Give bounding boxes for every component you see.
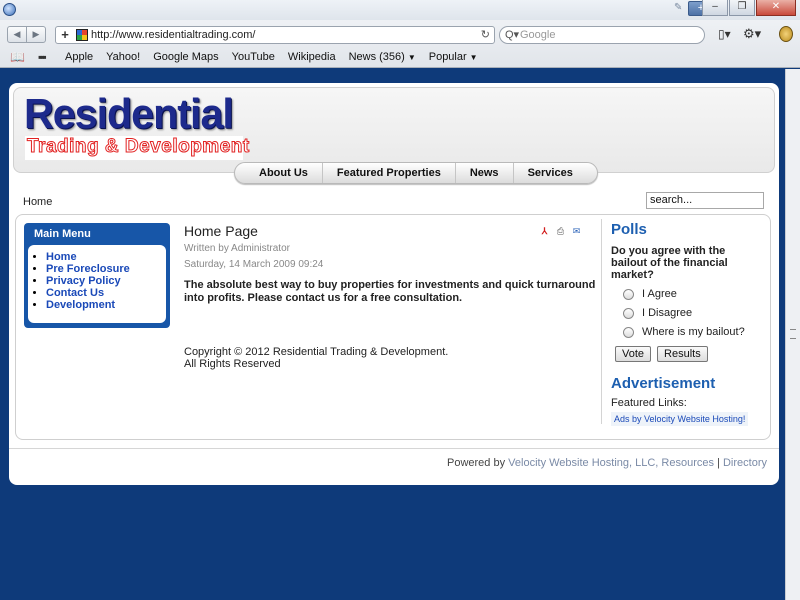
main-menu-label[interactable]: Development: [46, 299, 115, 311]
top-sites-grid-icon[interactable]: ▪▪▪: [38, 50, 52, 64]
bookmark-google-maps[interactable]: Google Maps: [153, 51, 218, 63]
logo-title[interactable]: Residential: [24, 92, 234, 136]
bookmark-popular[interactable]: Popular ▼: [429, 51, 478, 63]
bookmarks-book-icon[interactable]: 📖: [10, 50, 26, 64]
article-actions: ⅄ ⎙ ✉: [539, 226, 582, 237]
vertical-scrollbar[interactable]: [785, 69, 800, 600]
main-menu-item-contact-us[interactable]: Contact Us: [46, 287, 166, 299]
main-menu-label[interactable]: Privacy Policy: [46, 275, 121, 287]
featured-links-label: Featured Links:: [611, 397, 687, 409]
footer-divider: [9, 448, 779, 449]
search-icon[interactable]: Q▾: [505, 28, 519, 41]
polls-title: Polls: [611, 221, 647, 238]
window-controls: – ❐ ✕: [702, 0, 796, 18]
ad-link[interactable]: Ads by Velocity Website Hosting!: [611, 412, 749, 426]
main-menu-label[interactable]: Pre Foreclosure: [46, 263, 130, 275]
browser-search-input[interactable]: Q▾ Google: [499, 26, 705, 44]
chevron-down-icon: ▼: [407, 53, 416, 62]
main-menu-title: Main Menu: [34, 228, 91, 240]
browser-chrome: ✎ + – ❐ ✕ ◀ ▶ + http://www.residentialtr…: [0, 0, 800, 68]
logo-subtitle[interactable]: Trading & Development: [25, 136, 250, 160]
email-icon[interactable]: ✉: [571, 226, 582, 237]
pdf-icon[interactable]: ⅄: [539, 226, 550, 237]
browser-search-placeholder: Google: [520, 29, 556, 41]
article-date: Saturday, 14 March 2009 09:24: [184, 259, 324, 270]
address-bar[interactable]: + http://www.residentialtrading.com/ ↻: [55, 26, 495, 44]
powered-by-label: Powered by: [447, 457, 506, 469]
copyright-text: Copyright © 2012 Residential Trading & D…: [184, 346, 596, 370]
page-menu-icon[interactable]: ▯▾: [718, 27, 731, 41]
bookmark-popular-label: Popular: [428, 51, 467, 63]
radio-button[interactable]: [623, 326, 634, 338]
main-menu-label[interactable]: Contact Us: [46, 287, 104, 299]
main-menu-item-privacy-policy[interactable]: Privacy Policy: [46, 275, 166, 287]
main-menu-label[interactable]: Home: [46, 251, 77, 263]
menu-featured-properties[interactable]: Featured Properties: [323, 163, 456, 183]
advertisement-title: Advertisement: [611, 375, 716, 392]
site-header: Residential Trading & Development: [13, 87, 775, 173]
restore-icon[interactable]: ❐: [729, 0, 755, 16]
copyright-line: All Rights Reserved: [184, 358, 281, 370]
add-bookmark-icon[interactable]: +: [58, 28, 72, 42]
radio-button[interactable]: [623, 307, 634, 319]
bug-icon[interactable]: [779, 26, 793, 42]
footer: Powered by Velocity Website Hosting, LLC…: [447, 457, 767, 469]
bookmark-news-label: News (356): [348, 51, 405, 63]
poll-question: Do you agree with the bailout of the fin…: [611, 245, 728, 281]
main-menu-list: Home Pre Foreclosure Privacy Policy Cont…: [28, 245, 166, 323]
menu-about-us[interactable]: About Us: [245, 163, 323, 183]
article-author: Written by Administrator: [184, 243, 290, 254]
url-text[interactable]: http://www.residentialtrading.com/: [91, 29, 255, 41]
main-menu: Main Menu Home Pre Foreclosure Privacy P…: [24, 223, 170, 328]
top-menu: About Us Featured Properties News Servic…: [234, 162, 598, 184]
vote-button[interactable]: Vote: [615, 346, 652, 362]
minimize-icon[interactable]: –: [702, 0, 728, 16]
bookmark-apple[interactable]: Apple: [65, 51, 93, 63]
rss-icon[interactable]: ✎: [674, 2, 686, 14]
right-sidebar: Polls Do you agree with the bailout of t…: [601, 219, 761, 426]
bookmark-wikipedia[interactable]: Wikipedia: [288, 51, 336, 63]
directory-link[interactable]: Directory: [723, 457, 767, 469]
forward-button[interactable]: ▶: [26, 26, 46, 43]
reload-icon[interactable]: ↻: [481, 28, 490, 41]
title-bar: ✎ + – ❐ ✕: [0, 0, 800, 20]
article-title: Home Page: [184, 223, 258, 239]
browser-logo-icon: [3, 3, 16, 16]
poll-option[interactable]: I Agree: [623, 288, 761, 300]
bookmarks-bar: 📖 ▪▪▪ Apple Yahoo! Google Maps YouTube W…: [0, 48, 800, 66]
host-link[interactable]: Velocity Website Hosting, LLC, Resources: [508, 457, 714, 469]
scroll-grip[interactable]: [790, 329, 796, 339]
menu-services[interactable]: Services: [514, 163, 587, 183]
poll-option-label[interactable]: Where is my bailout?: [642, 326, 745, 338]
copyright-line: Copyright © 2012 Residential Trading & D…: [184, 346, 449, 358]
menu-news[interactable]: News: [456, 163, 514, 183]
bookmark-youtube[interactable]: YouTube: [232, 51, 275, 63]
chevron-down-icon: ▼: [469, 53, 478, 62]
site-search-input[interactable]: search...: [646, 192, 764, 209]
poll-option[interactable]: Where is my bailout?: [623, 326, 761, 338]
results-button[interactable]: Results: [657, 346, 708, 362]
gear-icon[interactable]: ⚙▾: [743, 26, 761, 42]
bookmark-news[interactable]: News (356) ▼: [349, 51, 416, 63]
content-area: Main Menu Home Pre Foreclosure Privacy P…: [15, 214, 771, 440]
poll-buttons: Vote Results: [615, 346, 761, 362]
main-menu-item-pre-foreclosure[interactable]: Pre Foreclosure: [46, 263, 166, 275]
footer-separator: |: [717, 457, 720, 469]
page-container: Residential Trading & Development About …: [9, 83, 779, 485]
poll-option[interactable]: I Disagree: [623, 307, 761, 319]
navigation-bar: ◀ ▶ + http://www.residentialtrading.com/…: [0, 24, 800, 46]
main-menu-item-development[interactable]: Development: [46, 299, 166, 311]
poll-option-label[interactable]: I Disagree: [642, 307, 692, 319]
article-body: The absolute best way to buy properties …: [184, 279, 596, 304]
close-icon[interactable]: ✕: [756, 0, 796, 16]
article: Home Page Written by Administrator Satur…: [184, 223, 596, 370]
bookmark-yahoo[interactable]: Yahoo!: [106, 51, 140, 63]
poll-option-label[interactable]: I Agree: [642, 288, 677, 300]
back-button[interactable]: ◀: [7, 26, 27, 43]
main-menu-item-home[interactable]: Home: [46, 251, 166, 263]
breadcrumb[interactable]: Home: [23, 196, 52, 208]
site-favicon-icon: [76, 29, 88, 41]
print-icon[interactable]: ⎙: [555, 226, 566, 237]
radio-button[interactable]: [623, 288, 634, 300]
